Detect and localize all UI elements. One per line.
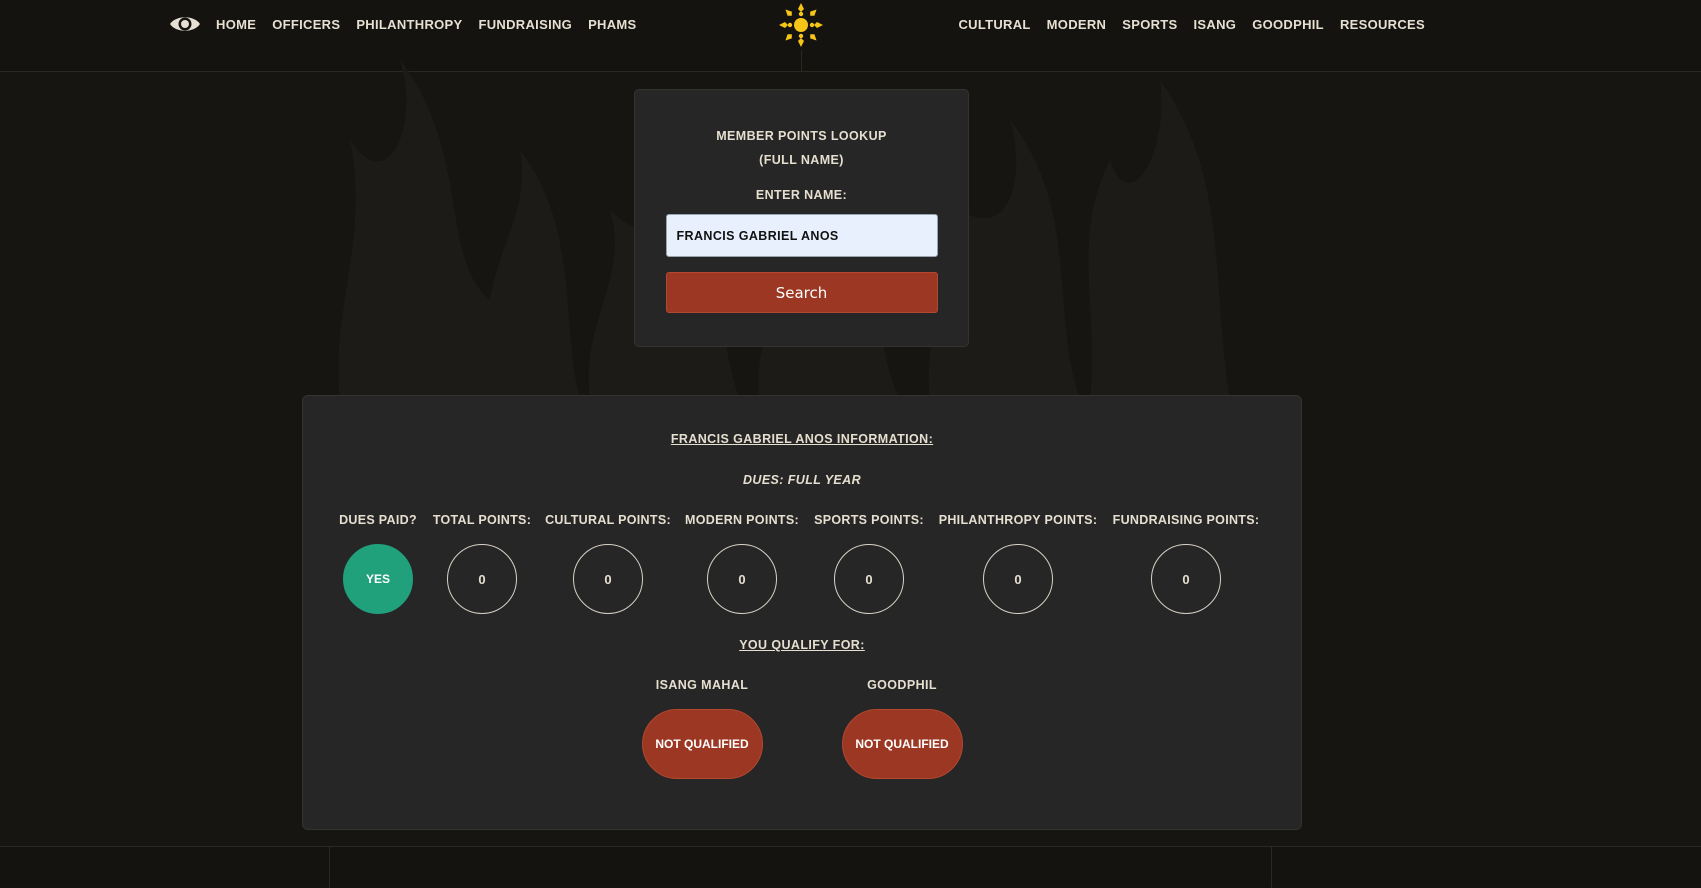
name-input[interactable] — [665, 214, 938, 257]
stat-value-circle: 0 — [447, 544, 517, 614]
nav-goodphil[interactable]: GOODPHIL — [1252, 17, 1324, 32]
qualify-title: YOU QUALIFY FOR: — [739, 638, 865, 652]
lookup-title: MEMBER POINTS LOOKUP (FULL NAME) — [716, 129, 887, 167]
stat-value-circle: 0 — [573, 544, 643, 614]
nav-fundraising[interactable]: FUNDRAISING — [479, 17, 573, 32]
member-info-card: FRANCIS GABRIEL ANOS INFORMATION: DUES: … — [302, 395, 1302, 830]
member-info-title: FRANCIS GABRIEL ANOS INFORMATION: — [670, 432, 934, 446]
footer-divider — [1271, 847, 1272, 888]
stat-value-circle: 0 — [834, 544, 904, 614]
stat-value-circle: 0 — [707, 544, 777, 614]
nav-left-group: HOME OFFICERS PHILANTHROPY FUNDRAISING P… — [168, 0, 653, 48]
stat-label: FUNDRAISING POINTS: — [1112, 513, 1260, 527]
eye-icon[interactable] — [168, 14, 202, 34]
footer-divider — [329, 847, 330, 888]
nav-officers[interactable]: OFFICERS — [272, 17, 340, 32]
nav-sports[interactable]: SPORTS — [1122, 17, 1177, 32]
award-goodphil: GOODPHIL NOT QUALIFIED — [822, 678, 982, 779]
stat-sports-points: SPORTS POINTS: 0 — [789, 513, 949, 614]
lookup-card: MEMBER POINTS LOOKUP (FULL NAME) ENTER N… — [634, 89, 969, 347]
enter-name-label: ENTER NAME: — [755, 188, 848, 202]
search-button[interactable]: Search — [665, 272, 938, 313]
stat-label: PHILANTHROPY POINTS: — [938, 513, 1098, 527]
nav-cultural[interactable]: CULTURAL — [958, 17, 1030, 32]
stat-philanthropy-points: PHILANTHROPY POINTS: 0 — [938, 513, 1098, 614]
sun-icon[interactable] — [776, 0, 826, 50]
nav-home[interactable]: HOME — [216, 17, 256, 32]
nav-phams[interactable]: PHAMS — [588, 17, 636, 32]
award-label: GOODPHIL — [867, 678, 937, 692]
nav-right-group: CULTURAL MODERN SPORTS ISANG GOODPHIL RE… — [942, 0, 1425, 48]
footer — [0, 846, 1701, 888]
award-isang-mahal: ISANG MAHAL NOT QUALIFIED — [622, 678, 782, 779]
dues-type: DUES: FULL YEAR — [742, 473, 862, 487]
stat-label: SPORTS POINTS: — [814, 513, 924, 527]
nav-isang[interactable]: ISANG — [1194, 17, 1237, 32]
nav-philanthropy[interactable]: PHILANTHROPY — [356, 17, 462, 32]
nav-resources[interactable]: RESOURCES — [1340, 17, 1425, 32]
qualification-status-badge: NOT QUALIFIED — [641, 709, 763, 779]
stat-fundraising-points: FUNDRAISING POINTS: 0 — [1106, 513, 1266, 614]
qualification-status-badge: NOT QUALIFIED — [841, 709, 963, 779]
stat-value-circle: 0 — [1151, 544, 1221, 614]
nav-modern[interactable]: MODERN — [1047, 17, 1107, 32]
award-label: ISANG MAHAL — [655, 678, 749, 692]
stat-value-circle: 0 — [983, 544, 1053, 614]
